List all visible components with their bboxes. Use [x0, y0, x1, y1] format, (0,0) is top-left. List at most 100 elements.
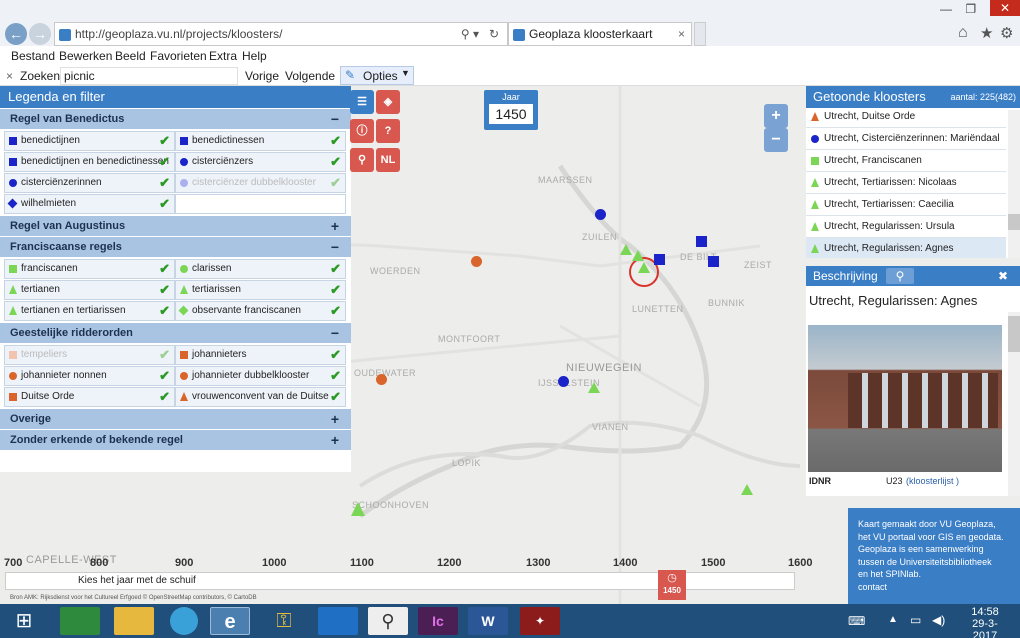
checkmark-icon[interactable]: ✔ — [159, 195, 170, 213]
list-icon[interactable]: ☰ — [350, 90, 374, 114]
globe-icon[interactable] — [170, 607, 198, 635]
expand-toggle-icon[interactable]: + — [331, 216, 339, 237]
shown-list-item[interactable]: Utrecht, Tertiarissen: Nicolaas — [806, 172, 1006, 194]
zoom-search-icon[interactable]: ⚲ — [350, 148, 374, 172]
marker-tertiarissen[interactable] — [741, 484, 753, 495]
menu-favorieten[interactable]: Favorieten — [150, 49, 207, 63]
legend-section-franciscaanse-regels[interactable]: Franciscaanse regels − — [0, 236, 351, 257]
zoom-out-button[interactable]: − — [764, 128, 788, 152]
checkmark-icon[interactable]: ✔ — [159, 302, 170, 320]
checkmark-icon[interactable]: ✔ — [330, 153, 341, 171]
legend-item-johannieters[interactable]: johannieters ✔ — [175, 345, 346, 365]
legend-item-franciscanen[interactable]: franciscanen ✔ — [4, 259, 175, 279]
legend-item-johannieter-dubbelklooster[interactable]: johannieter dubbelklooster ✔ — [175, 366, 346, 386]
refresh-icon[interactable]: ↻ — [489, 23, 499, 45]
menu-help[interactable]: Help — [242, 49, 267, 63]
indesign-icon[interactable]: Ic — [418, 607, 458, 635]
legend-item-cistercienzer-dubbelklooster[interactable]: cisterciënzer dubbelklooster ✔ — [175, 173, 346, 193]
legend-item-johannieter-nonnen[interactable]: johannieter nonnen ✔ — [4, 366, 175, 386]
marker-benedictinessen[interactable] — [696, 236, 707, 247]
legend-item-tertiarissen[interactable]: tertiarissen ✔ — [175, 280, 346, 300]
language-button[interactable]: NL — [376, 148, 400, 172]
checkmark-icon[interactable]: ✔ — [330, 346, 341, 364]
description-close-icon[interactable]: ✖ — [998, 266, 1008, 286]
legend-item-clarissen[interactable]: clarissen ✔ — [175, 259, 346, 279]
checkmark-icon[interactable]: ✔ — [159, 346, 170, 364]
legend-item-tertianen[interactable]: tertianen ✔ — [4, 280, 175, 300]
shown-list-item[interactable]: Utrecht, Franciscanen — [806, 150, 1006, 172]
marker-tertianen[interactable] — [351, 502, 365, 516]
legend-section-zonder-erkende-of-bekende-regel[interactable]: Zonder erkende of bekende regel + — [0, 429, 351, 450]
legend-section-regel-van-augustinus[interactable]: Regel van Augustinus + — [0, 215, 351, 236]
shown-list-item[interactable]: Utrecht, Regularissen: Agnes — [806, 238, 1006, 258]
help-icon[interactable]: ? — [376, 119, 400, 143]
window-close-icon[interactable]: ✕ — [990, 0, 1020, 16]
legend-item-benedictinessen[interactable]: benedictinessen ✔ — [175, 131, 346, 151]
back-icon[interactable]: ← — [5, 23, 27, 45]
marker-johannieter-nonnen[interactable] — [471, 256, 482, 267]
find-options-button[interactable]: ✎ Opties ▼ — [340, 66, 414, 85]
marker-tertiarissen[interactable] — [620, 244, 632, 255]
checkmark-icon[interactable]: ✔ — [330, 260, 341, 278]
expand-toggle-icon[interactable]: + — [331, 430, 339, 451]
layers-icon[interactable]: ◈ — [376, 90, 400, 114]
forward-icon[interactable]: → — [29, 23, 51, 45]
expand-toggle-icon[interactable]: − — [331, 109, 339, 130]
legend-item-cistercienzerinnen[interactable]: cisterciënzerinnen ✔ — [4, 173, 175, 193]
legend-item-cistercienzers[interactable]: cisterciënzers ✔ — [175, 152, 346, 172]
keyboard-icon[interactable]: ⌨ — [848, 614, 865, 628]
checkmark-icon[interactable]: ✔ — [159, 367, 170, 385]
legend-item-duitse-orde[interactable]: Duitse Orde ✔ — [4, 387, 175, 407]
system-clock[interactable]: 14:58 29-3-2017 — [960, 606, 1010, 638]
slider-handle[interactable]: ◷ 1450 — [658, 570, 686, 600]
search-icon[interactable]: ⚲ ▾ — [461, 23, 479, 45]
window-controls[interactable]: — ❐ — [940, 2, 976, 16]
legend-item-observante-franciscanen[interactable]: observante franciscanen ✔ — [175, 301, 346, 321]
marker-cistercienzerinnen[interactable] — [558, 376, 569, 387]
checkmark-icon[interactable]: ✔ — [330, 302, 341, 320]
address-bar[interactable]: http://geoplaza.vu.nl/projects/kloosters… — [54, 22, 508, 46]
legend-item-wilhelmieten[interactable]: wilhelmieten ✔ — [4, 194, 175, 214]
marker-tertianen[interactable] — [588, 382, 600, 393]
shown-scrollbar[interactable] — [1008, 110, 1020, 258]
shown-list-item[interactable]: Utrecht, Regularissen: Ursula — [806, 216, 1006, 238]
shown-list-item[interactable]: Utrecht, Tertiarissen: Caecilia — [806, 194, 1006, 216]
marker-tertiarissen[interactable] — [632, 250, 644, 261]
info-icon[interactable]: ⓘ — [350, 119, 374, 143]
checkmark-icon[interactable]: ✔ — [159, 260, 170, 278]
gear-icon[interactable]: ⚙ — [1000, 24, 1013, 42]
checkmark-icon[interactable]: ✔ — [330, 367, 341, 385]
find-prev-button[interactable]: Vorige — [245, 69, 279, 83]
tab-close-icon[interactable]: × — [678, 23, 685, 45]
menu-beeld[interactable]: Beeld — [115, 49, 146, 63]
ie-icon[interactable]: e — [210, 607, 250, 635]
checkmark-icon[interactable]: ✔ — [159, 153, 170, 171]
expand-toggle-icon[interactable]: − — [331, 323, 339, 344]
home-icon[interactable]: ⌂ — [958, 24, 968, 42]
menu-extra[interactable]: Extra — [209, 49, 237, 63]
expand-toggle-icon[interactable]: + — [331, 409, 339, 430]
legend-item-benedictijnen[interactable]: benedictijnen ✔ — [4, 131, 175, 151]
legend-section-overige[interactable]: Overige + — [0, 408, 351, 429]
word-icon[interactable]: W — [468, 607, 508, 635]
legend-item-vrouwenconvent-van-de-duitse-orde[interactable]: vrouwenconvent van de Duitse Orde✔ — [175, 387, 346, 420]
browser-tab[interactable]: Geoplaza kloosterkaart × — [508, 22, 692, 46]
menu-bewerken[interactable]: Bewerken — [59, 49, 112, 63]
checkmark-icon[interactable]: ✔ — [330, 388, 341, 406]
network-icon[interactable]: ▭ — [910, 613, 921, 627]
marker-benedictinessen[interactable] — [708, 256, 719, 267]
outlook-icon[interactable] — [318, 607, 358, 635]
marker-benedictijnen[interactable] — [654, 254, 665, 265]
tray-chevron-icon[interactable]: ▲ — [888, 614, 898, 625]
description-scrollbar[interactable] — [1008, 312, 1020, 496]
checkmark-icon[interactable]: ✔ — [159, 132, 170, 150]
marker-johannieter-nonnen[interactable] — [376, 374, 387, 385]
kloosterlijst-link[interactable]: (kloosterlijst ) — [906, 476, 959, 486]
key-icon[interactable]: ⚿ — [264, 607, 304, 635]
find-close-icon[interactable]: × — [6, 69, 13, 83]
folder-icon[interactable] — [114, 607, 154, 635]
speaker-icon[interactable]: ◀) — [932, 613, 945, 627]
legend-item-tertianen-en-tertiarissen[interactable]: tertianen en tertiarissen ✔ — [4, 301, 175, 321]
search-icon[interactable]: ⚲ — [886, 268, 914, 284]
find-input[interactable]: picnic — [60, 67, 238, 85]
